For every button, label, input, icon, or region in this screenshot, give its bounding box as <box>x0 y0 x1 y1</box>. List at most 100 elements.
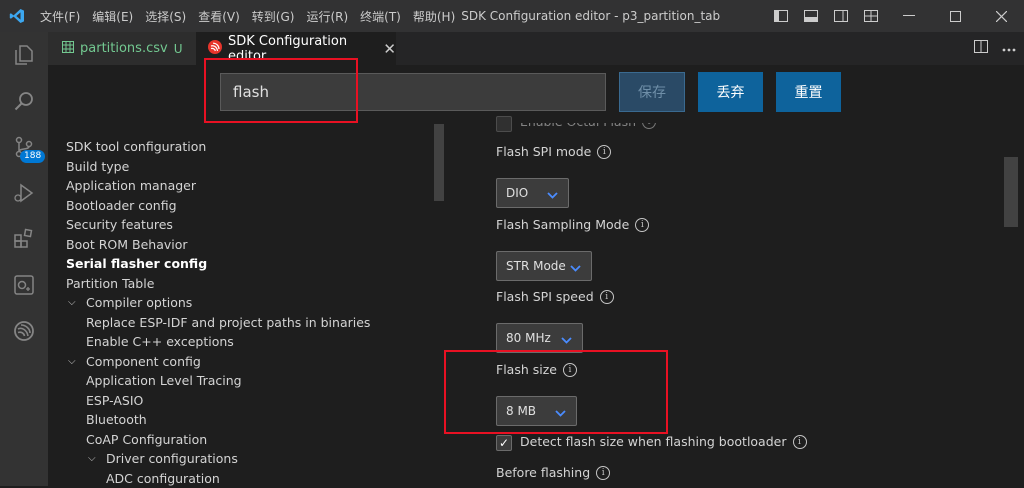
flash-spi-speed-select[interactable]: 80 MHz <box>496 323 583 353</box>
detect-flash-size-checkbox[interactable]: ✓ <box>496 435 512 451</box>
settings-scrollbar[interactable] <box>1004 157 1018 227</box>
reset-button[interactable]: 重置 <box>776 72 841 112</box>
espressif-tab-icon <box>208 40 222 58</box>
tree-item-adc-configuration[interactable]: ADC configuration <box>66 469 446 488</box>
flash-size-label: Flash sizei <box>496 362 577 377</box>
tree-item-bluetooth[interactable]: Bluetooth <box>66 410 446 430</box>
chevron-down-icon: ⌵ <box>68 293 76 313</box>
chevron-down-icon <box>555 406 566 420</box>
menu-run[interactable]: 运行(R) <box>300 8 354 25</box>
menu-file[interactable]: 文件(F) <box>34 8 86 25</box>
tree-item-label: Compiler options <box>86 295 192 310</box>
source-control-badge: 188 <box>20 150 45 163</box>
chevron-down-icon: ⌵ <box>68 352 76 372</box>
tree-item-application-manager[interactable]: Application manager <box>66 176 446 196</box>
toggle-primary-sidebar-icon[interactable] <box>766 0 796 32</box>
explorer-icon[interactable] <box>0 32 48 78</box>
tree-item-sdk-tool-configuration[interactable]: SDK tool configuration <box>66 137 446 157</box>
chevron-down-icon <box>547 188 558 202</box>
tab-partitions-csv[interactable]: partitions.csv U <box>48 32 196 65</box>
tree-item-component-config[interactable]: ⌵ Component config <box>66 352 446 372</box>
tree-scrollbar[interactable] <box>434 124 444 201</box>
tree-item-partition-table[interactable]: Partition Table <box>66 274 446 294</box>
menu-bar: 文件(F) 编辑(E) 选择(S) 查看(V) 转到(G) 运行(R) 终端(T… <box>34 0 461 32</box>
menu-go[interactable]: 转到(G) <box>246 8 301 25</box>
close-tab-icon[interactable]: ✕ <box>383 40 396 58</box>
flash-spi-mode-select[interactable]: DIO <box>496 178 569 208</box>
maximize-icon[interactable] <box>932 0 978 32</box>
source-control-icon[interactable]: 188 <box>0 124 48 170</box>
run-debug-icon[interactable] <box>0 170 48 216</box>
octal-flash-checkbox[interactable] <box>496 116 512 132</box>
tab-bar: partitions.csv U SDK Configuration edito… <box>48 32 1024 65</box>
tree-item-serial-flasher-config[interactable]: Serial flasher config <box>66 254 446 274</box>
detect-flash-size-label: Detect flash size when flashing bootload… <box>520 434 807 449</box>
tree-item-boot-rom-behavior[interactable]: Boot ROM Behavior <box>66 235 446 255</box>
flash-size-select[interactable]: 8 MB <box>496 396 577 426</box>
flash-sampling-mode-label: Flash Sampling Modei <box>496 217 649 232</box>
config-tree: SDK tool configuration Build type Applic… <box>66 137 446 488</box>
search-icon[interactable] <box>0 78 48 124</box>
flash-spi-mode-label: Flash SPI modei <box>496 144 611 159</box>
tab-sdk-configuration-editor[interactable]: SDK Configuration editor ✕ <box>196 32 396 65</box>
tree-item-label: Component config <box>86 354 201 369</box>
espressif-idf-icon[interactable] <box>0 308 48 354</box>
tree-item-esp-asio[interactable]: ESP-ASIO <box>66 391 446 411</box>
info-icon[interactable]: i <box>563 363 577 377</box>
remote-explorer-icon[interactable] <box>0 262 48 308</box>
menu-view[interactable]: 查看(V) <box>192 8 246 25</box>
more-actions-icon[interactable] <box>1002 41 1016 56</box>
info-icon[interactable]: i <box>596 466 610 480</box>
customize-layout-icon[interactable] <box>856 0 886 32</box>
tree-item-replace-paths[interactable]: Replace ESP-IDF and project paths in bin… <box>66 313 446 333</box>
sdk-config-editor: 保存 丢弃 重置 SDK tool configuration Build ty… <box>48 65 1024 486</box>
discard-button[interactable]: 丢弃 <box>698 72 763 112</box>
select-value: 80 MHz <box>506 331 551 345</box>
tree-item-security-features[interactable]: Security features <box>66 215 446 235</box>
split-editor-icon[interactable] <box>974 40 988 57</box>
menu-selection[interactable]: 选择(S) <box>139 8 192 25</box>
minimize-icon[interactable] <box>886 0 932 32</box>
csv-file-icon <box>62 41 74 57</box>
chevron-down-icon: ⌵ <box>88 449 96 469</box>
menu-edit[interactable]: 编辑(E) <box>86 8 139 25</box>
chevron-down-icon <box>570 261 581 275</box>
tree-item-coap-configuration[interactable]: CoAP Configuration <box>66 430 446 450</box>
tab-label: partitions.csv <box>80 41 168 56</box>
flash-sampling-mode-select[interactable]: STR Mode <box>496 251 592 281</box>
toggle-panel-icon[interactable] <box>796 0 826 32</box>
before-flashing-label: Before flashingi <box>496 465 610 480</box>
info-icon[interactable]: i <box>597 145 611 159</box>
toggle-secondary-sidebar-icon[interactable] <box>826 0 856 32</box>
tree-item-label: Driver configurations <box>106 451 238 466</box>
info-icon[interactable]: i <box>642 115 656 129</box>
info-icon[interactable]: i <box>793 435 807 449</box>
save-button[interactable]: 保存 <box>619 72 685 112</box>
window-title: SDK Configuration editor - p3_partition_… <box>461 9 721 23</box>
select-value: 8 MB <box>506 404 536 418</box>
menu-help[interactable]: 帮助(H) <box>407 8 461 25</box>
extensions-icon[interactable] <box>0 216 48 262</box>
flash-spi-speed-label: Flash SPI speedi <box>496 289 614 304</box>
chevron-down-icon <box>561 333 572 347</box>
tree-item-app-level-tracing[interactable]: Application Level Tracing <box>66 371 446 391</box>
select-value: STR Mode <box>506 259 566 273</box>
menu-terminal[interactable]: 终端(T) <box>354 8 407 25</box>
activity-bar: 188 <box>0 32 48 486</box>
tree-item-cpp-exceptions[interactable]: Enable C++ exceptions <box>66 332 446 352</box>
tree-item-bootloader-config[interactable]: Bootloader config <box>66 196 446 216</box>
info-icon[interactable]: i <box>600 290 614 304</box>
vscode-logo-icon <box>0 0 34 32</box>
close-window-icon[interactable] <box>978 0 1024 32</box>
octal-flash-label: Enable Octal Flashi <box>520 114 656 129</box>
tree-item-compiler-options[interactable]: ⌵ Compiler options <box>66 293 446 313</box>
untracked-indicator: U <box>174 42 183 56</box>
title-bar: 文件(F) 编辑(E) 选择(S) 查看(V) 转到(G) 运行(R) 终端(T… <box>0 0 1024 32</box>
tree-item-build-type[interactable]: Build type <box>66 157 446 177</box>
tree-item-driver-configurations[interactable]: ⌵ Driver configurations <box>66 449 446 469</box>
tab-label: SDK Configuration editor <box>228 34 373 64</box>
select-value: DIO <box>506 186 528 200</box>
info-icon[interactable]: i <box>635 218 649 232</box>
checkmark-icon: ✓ <box>499 436 509 450</box>
search-input[interactable] <box>220 73 606 111</box>
